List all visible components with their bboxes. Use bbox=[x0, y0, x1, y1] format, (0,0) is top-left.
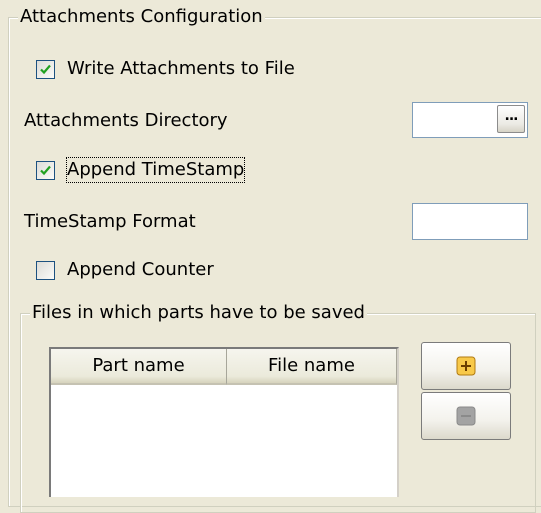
files-parts-legend: Files in which parts have to be saved bbox=[30, 302, 367, 324]
column-header-part-name[interactable]: Part name bbox=[51, 349, 227, 385]
timestamp-format-label: TimeStamp Format bbox=[24, 211, 196, 232]
add-row-button[interactable] bbox=[421, 342, 511, 390]
browse-button[interactable]: ... bbox=[497, 105, 525, 133]
plus-icon bbox=[456, 356, 476, 376]
minus-icon bbox=[456, 406, 476, 426]
parts-table[interactable]: Part name File name bbox=[49, 347, 399, 497]
attachments-configuration-legend: Attachments Configuration bbox=[18, 6, 265, 28]
checkmark-icon bbox=[40, 64, 51, 75]
attachments-directory-field[interactable]: ... bbox=[412, 102, 528, 138]
column-header-file-name[interactable]: File name bbox=[227, 349, 397, 385]
append-timestamp-checkbox[interactable] bbox=[36, 161, 55, 180]
checkmark-icon bbox=[40, 165, 51, 176]
append-counter-checkbox[interactable] bbox=[36, 261, 55, 280]
append-counter-label[interactable]: Append Counter bbox=[67, 258, 214, 282]
append-timestamp-label[interactable]: Append TimeStamp bbox=[65, 157, 246, 183]
remove-row-button[interactable] bbox=[421, 392, 511, 440]
attachments-directory-label: Attachments Directory bbox=[24, 110, 228, 131]
write-attachments-label[interactable]: Write Attachments to File bbox=[67, 57, 295, 81]
timestamp-format-field[interactable] bbox=[412, 203, 528, 240]
write-attachments-checkbox[interactable] bbox=[36, 60, 55, 79]
